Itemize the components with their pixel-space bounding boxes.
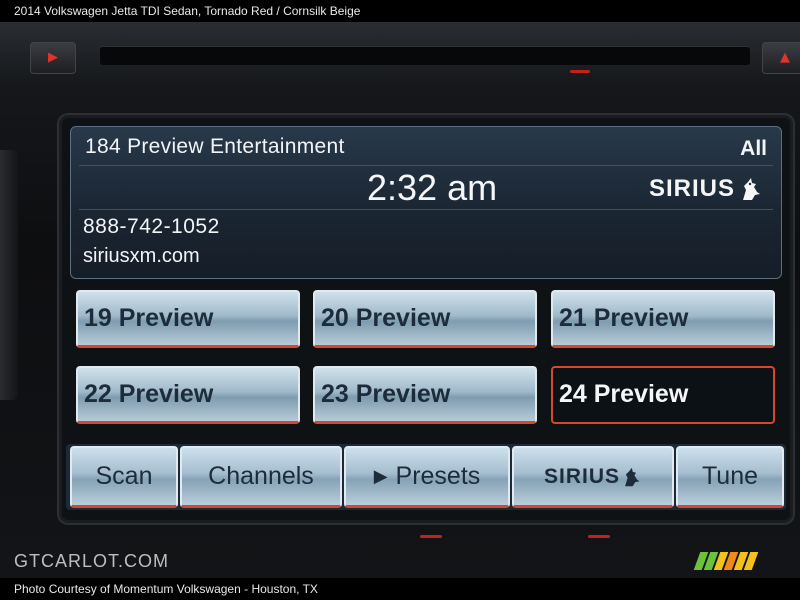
clock: 2:32 am — [367, 167, 498, 208]
presets-label: Presets — [395, 462, 481, 490]
scan-label: Scan — [95, 462, 153, 490]
phone-number: 888-742-1052 — [83, 215, 220, 238]
website-url: siriusxm.com — [83, 245, 200, 267]
tune-label: Tune — [701, 462, 759, 490]
side-knob-housing — [0, 150, 18, 400]
preset-button-23[interactable]: 23 Preview — [313, 366, 537, 424]
presets-button[interactable]: ▶ Presets — [344, 446, 510, 508]
play-triangle-icon: ▶ — [373, 466, 388, 486]
preset-button-20[interactable]: 20 Preview — [313, 290, 537, 348]
watermark-logo: GTCARLOT.COM — [14, 551, 170, 571]
sirius-button[interactable]: SIRIUS — [512, 446, 674, 508]
watermark-stripes-icon — [693, 552, 759, 570]
eject-icon: ▲ — [780, 50, 790, 65]
indicator-light — [420, 535, 442, 538]
sirius-dog-icon — [625, 467, 640, 486]
sirius-logo: SIRIUS — [649, 175, 763, 203]
channels-button[interactable]: Channels — [180, 446, 342, 508]
indicator-light — [588, 535, 610, 538]
divider — [79, 209, 773, 210]
indicator-light — [570, 70, 590, 73]
preset-button-19[interactable]: 19 Preview — [76, 290, 300, 348]
now-playing-panel: 184 Preview Entertainment All 2:32 am SI… — [70, 126, 782, 279]
sirius-button-label: SIRIUS — [543, 464, 620, 488]
category-label: All — [740, 137, 767, 160]
cd-slot — [100, 46, 750, 65]
tune-button[interactable]: Tune — [676, 446, 784, 508]
preset-button-22[interactable]: 22 Preview — [76, 366, 300, 424]
sirius-dog-icon — [743, 178, 760, 200]
sirius-logo-text: SIRIUS — [648, 175, 735, 202]
preset-button-24[interactable]: 24 Preview — [551, 366, 775, 424]
photo-caption-top: 2014 Volkswagen Jetta TDI Sedan, Tornado… — [0, 0, 800, 22]
channels-label: Channels — [208, 462, 314, 490]
preset-button-21[interactable]: 21 Preview — [551, 290, 775, 348]
eject-button-left[interactable]: ▶ — [30, 42, 76, 74]
channel-name: 184 Preview Entertainment — [85, 135, 345, 158]
eject-icon: ▶ — [48, 50, 58, 65]
photo-caption-bottom: Photo Courtesy of Momentum Volkswagen - … — [0, 578, 800, 600]
scan-button[interactable]: Scan — [70, 446, 178, 508]
eject-button-right[interactable]: ▲ — [762, 42, 800, 74]
divider — [79, 165, 773, 166]
